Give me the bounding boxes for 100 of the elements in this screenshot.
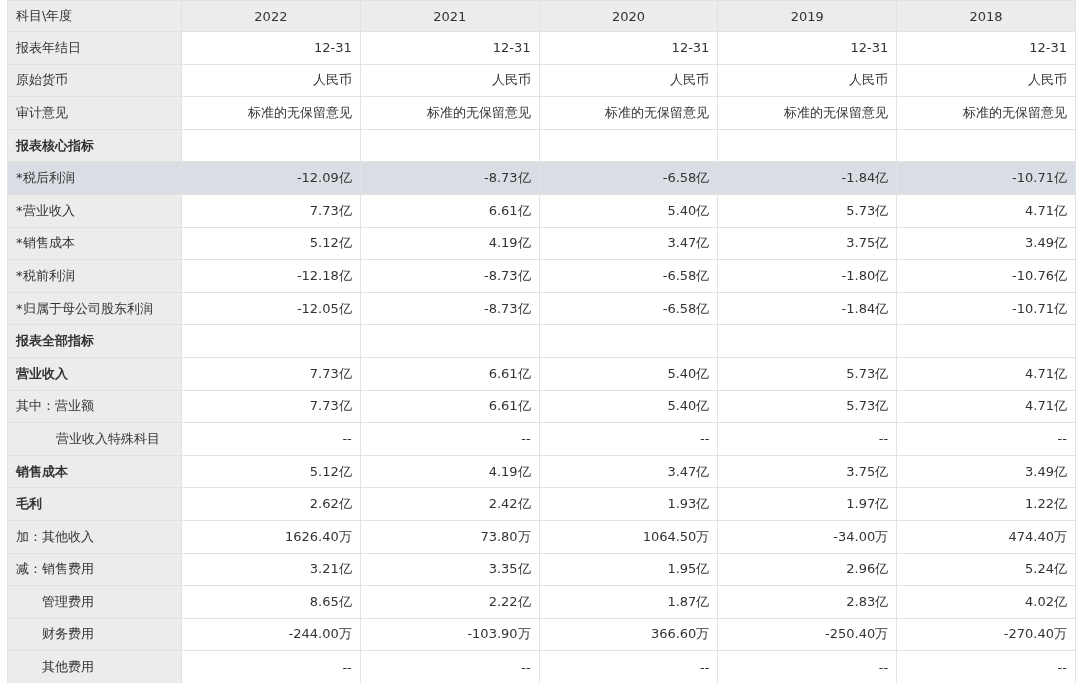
column-header: 2020 <box>539 0 718 32</box>
table-cell: 8.65亿 <box>181 585 361 619</box>
row-label: 财务费用 <box>7 618 182 651</box>
table-cell: 2.96亿 <box>717 553 897 586</box>
table-cell: -8.73亿 <box>360 259 540 293</box>
table-cell: 7.73亿 <box>181 390 361 423</box>
table-cell: -- <box>181 422 361 456</box>
table-cell: -12.09亿 <box>181 161 361 195</box>
table-cell: 5.40亿 <box>539 357 718 391</box>
row-label: 报表年结日 <box>7 31 182 65</box>
table-cell: 5.73亿 <box>717 390 897 423</box>
table-cell: 6.61亿 <box>360 390 540 423</box>
table-cell: 3.49亿 <box>896 227 1076 260</box>
table-cell: -12.18亿 <box>181 259 361 293</box>
table-cell: -250.40万 <box>717 618 897 651</box>
row-label: 审计意见 <box>7 96 182 130</box>
table-cell: -270.40万 <box>896 618 1076 651</box>
table-cell: -1.84亿 <box>717 292 897 325</box>
table-cell: -6.58亿 <box>539 161 718 195</box>
table-cell: 12-31 <box>896 31 1076 65</box>
row-label: *营业收入 <box>7 194 182 228</box>
row-label: 营业收入特殊科目 <box>7 422 182 456</box>
table-cell: 标准的无保留意见 <box>717 96 897 130</box>
row-label: *归属于母公司股东利润 <box>7 292 182 325</box>
row-label: 减：销售费用 <box>7 553 182 586</box>
table-cell: -10.71亿 <box>896 292 1076 325</box>
column-header: 科目\年度 <box>7 0 182 32</box>
table-cell: 标准的无保留意见 <box>896 96 1076 130</box>
column-header: 2019 <box>717 0 897 32</box>
table-cell: -- <box>360 422 540 456</box>
table-cell: -12.05亿 <box>181 292 361 325</box>
row-label: 毛利 <box>7 487 182 521</box>
table-cell: 4.71亿 <box>896 390 1076 423</box>
table-cell: 4.19亿 <box>360 227 540 260</box>
row-label: 营业收入 <box>7 357 182 391</box>
table-cell: 1.97亿 <box>717 487 897 521</box>
row-label: *销售成本 <box>7 227 182 260</box>
table-cell: -- <box>539 422 718 456</box>
table-cell: 1064.50万 <box>539 520 718 553</box>
table-cell: 人民币 <box>896 64 1076 97</box>
table-cell: 1626.40万 <box>181 520 361 553</box>
table-cell: -10.71亿 <box>896 161 1076 195</box>
table-cell: -- <box>896 422 1076 456</box>
table-cell: 4.71亿 <box>896 194 1076 228</box>
table-cell: 366.60万 <box>539 618 718 651</box>
column-header: 2021 <box>360 0 540 32</box>
table-cell: 3.21亿 <box>181 553 361 586</box>
table-cell: -8.73亿 <box>360 161 540 195</box>
table-cell: 1.93亿 <box>539 487 718 521</box>
table-cell: 2.62亿 <box>181 487 361 521</box>
table-cell: 5.40亿 <box>539 390 718 423</box>
table-cell: -1.80亿 <box>717 259 897 293</box>
table-cell: 标准的无保留意见 <box>181 96 361 130</box>
table-cell: -103.90万 <box>360 618 540 651</box>
table-cell: -- <box>896 650 1076 683</box>
table-cell: -- <box>181 650 361 683</box>
table-cell: 6.61亿 <box>360 194 540 228</box>
table-cell: 3.49亿 <box>896 455 1076 488</box>
table-cell: 人民币 <box>360 64 540 97</box>
table-cell: 3.47亿 <box>539 455 718 488</box>
table-cell: -- <box>717 650 897 683</box>
table-cell: -1.84亿 <box>717 161 897 195</box>
table-cell: 3.75亿 <box>717 455 897 488</box>
table-cell: 人民币 <box>539 64 718 97</box>
table-cell: 4.02亿 <box>896 585 1076 619</box>
table-cell: 1.87亿 <box>539 585 718 619</box>
table-cell: 1.95亿 <box>539 553 718 586</box>
row-label: *税前利润 <box>7 259 182 293</box>
table-cell: 474.40万 <box>896 520 1076 553</box>
table-cell: -- <box>539 650 718 683</box>
row-label: 其他费用 <box>7 650 182 683</box>
table-cell: 2.22亿 <box>360 585 540 619</box>
table-cell: -6.58亿 <box>539 292 718 325</box>
row-label: 其中：营业额 <box>7 390 182 423</box>
table-cell: 3.47亿 <box>539 227 718 260</box>
table-cell: 5.40亿 <box>539 194 718 228</box>
table-cell: 12-31 <box>360 31 540 65</box>
table-cell: 人民币 <box>181 64 361 97</box>
table-cell: -- <box>717 422 897 456</box>
table-cell: 标准的无保留意见 <box>360 96 540 130</box>
table-cell: 73.80万 <box>360 520 540 553</box>
table-cell: 12-31 <box>539 31 718 65</box>
table-cell: 3.35亿 <box>360 553 540 586</box>
table-cell: 5.73亿 <box>717 357 897 391</box>
table-cell: -34.00万 <box>717 520 897 553</box>
table-cell: -6.58亿 <box>539 259 718 293</box>
table-cell: 3.75亿 <box>717 227 897 260</box>
table-cell: 4.19亿 <box>360 455 540 488</box>
column-header: 2022 <box>181 0 361 32</box>
table-cell: 5.24亿 <box>896 553 1076 586</box>
table-cell: 人民币 <box>717 64 897 97</box>
table-cell: 12-31 <box>181 31 361 65</box>
table-cell: 6.61亿 <box>360 357 540 391</box>
row-label: 加：其他收入 <box>7 520 182 553</box>
table-cell: -8.73亿 <box>360 292 540 325</box>
table-cell: 标准的无保留意见 <box>539 96 718 130</box>
table-cell: 4.71亿 <box>896 357 1076 391</box>
row-label: 报表全部指标 <box>7 324 182 358</box>
row-label: 报表核心指标 <box>7 129 182 162</box>
table-cell: 5.12亿 <box>181 227 361 260</box>
